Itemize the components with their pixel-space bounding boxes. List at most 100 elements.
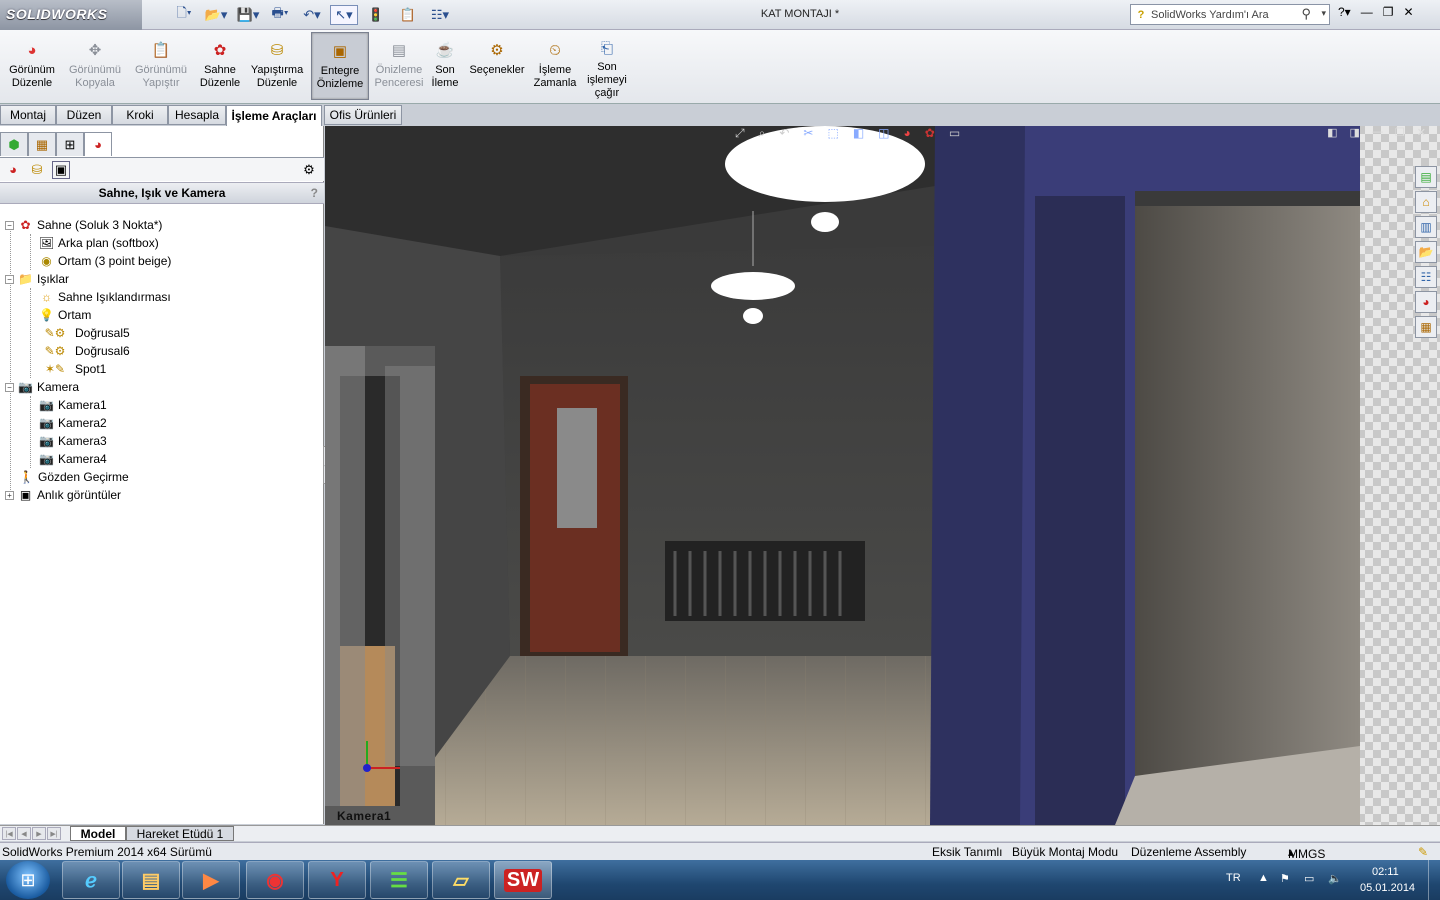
view-palette-icon[interactable]: ☷ bbox=[1415, 266, 1437, 288]
edit-decal-button[interactable]: ⛁ Yapıştırma Düzenle bbox=[248, 32, 306, 100]
collapse-toggle[interactable]: − bbox=[5, 274, 14, 284]
configuration-manager-tab-icon[interactable]: ⊞ bbox=[56, 132, 84, 156]
previous-view-icon[interactable]: ↶ bbox=[779, 126, 789, 141]
volume-icon[interactable]: 🔈 bbox=[1328, 872, 1342, 885]
appearances-view-icon[interactable]: ◕ bbox=[4, 161, 22, 179]
tree-node-camera4[interactable]: 📷 Kamera4 bbox=[38, 450, 107, 468]
viewport-restore-icon[interactable]: ❐ bbox=[1395, 126, 1405, 139]
apply-scene-icon[interactable]: ✿ bbox=[925, 126, 935, 141]
prev-tab-icon[interactable]: ◀ bbox=[17, 827, 31, 840]
viewport-close-icon[interactable]: ✕ bbox=[1417, 126, 1426, 139]
edit-scene-button[interactable]: ✿ Sahne Düzenle bbox=[196, 32, 244, 100]
tree-node-environment[interactable]: ◉ Ortam (3 point beige) bbox=[38, 252, 171, 270]
help-icon[interactable]: ? bbox=[311, 183, 318, 204]
network-icon[interactable]: ▭ bbox=[1304, 872, 1314, 885]
tree-node-camera[interactable]: − 📷 Kamera bbox=[5, 378, 79, 396]
tab-montaj[interactable]: Montaj bbox=[0, 105, 56, 125]
first-tab-icon[interactable]: |◀ bbox=[2, 827, 16, 840]
tree-node-walkthrough[interactable]: 🚶 Gözden Geçirme bbox=[18, 468, 129, 486]
file-explorer-taskbar-button[interactable]: ▤ bbox=[122, 861, 180, 899]
tree-node-snapshots[interactable]: + ▣ Anlık görüntüler bbox=[5, 486, 121, 504]
expand-toggle[interactable]: + bbox=[5, 490, 14, 500]
sticky-notes-taskbar-button[interactable]: ▱ bbox=[432, 861, 490, 899]
tree-node-scene[interactable]: − ✿ Sahne (Soluk 3 Nokta*) bbox=[5, 216, 162, 234]
schedule-render-button[interactable]: ⏲ İşleme Zamanla bbox=[532, 32, 578, 100]
preview-window-button[interactable]: ▤ Önizleme Penceresi bbox=[372, 32, 426, 100]
tree-node-scene-lighting[interactable]: ☼ Sahne Işıklandırması bbox=[38, 288, 171, 306]
new-document-icon[interactable]: 🗋▾ bbox=[170, 5, 198, 25]
final-render-button[interactable]: ☕ Son İleme bbox=[428, 32, 462, 100]
options-icon[interactable]: ☷▾ bbox=[426, 5, 454, 25]
minimize-icon[interactable]: — bbox=[1361, 5, 1373, 19]
units-selector[interactable]: MMGS ▴ bbox=[1288, 845, 1325, 861]
integrated-preview-button[interactable]: ▣ Entegre Önizleme bbox=[311, 32, 369, 100]
home-icon[interactable]: ⌂ bbox=[1415, 191, 1437, 213]
solidworks-resources-icon[interactable]: ▤ bbox=[1415, 166, 1437, 188]
appearances-scenes-icon[interactable]: ◕ bbox=[1415, 291, 1437, 313]
restore-icon[interactable]: ❐ bbox=[1383, 5, 1394, 19]
tab-duzen[interactable]: Düzen bbox=[56, 105, 112, 125]
design-library-icon[interactable]: ▥ bbox=[1415, 216, 1437, 238]
viewport-minimize-icon[interactable]: — bbox=[1372, 126, 1383, 139]
viewport-split-right-icon[interactable]: ◨ bbox=[1350, 126, 1360, 139]
collapse-toggle[interactable]: − bbox=[5, 220, 14, 230]
next-tab-icon[interactable]: ▶ bbox=[32, 827, 46, 840]
edit-appearance-button[interactable]: ◕ Görünüm Düzenle bbox=[4, 32, 60, 100]
view-settings-icon[interactable]: ▭ bbox=[949, 126, 960, 141]
spotify-taskbar-button[interactable]: ☰ bbox=[370, 861, 428, 899]
yandex-taskbar-button[interactable]: Y bbox=[308, 861, 366, 899]
tree-node-spot1[interactable]: ✶✎ Spot1 bbox=[38, 360, 106, 378]
copy-appearance-button[interactable]: ✥ Görünümü Kopyala bbox=[64, 32, 126, 100]
display-style-icon[interactable]: ◧ bbox=[853, 126, 864, 141]
clock-time[interactable]: 02:11 bbox=[1372, 866, 1399, 878]
action-center-icon[interactable]: ⚑ bbox=[1280, 872, 1290, 885]
chrome-taskbar-button[interactable]: ◉ bbox=[246, 861, 304, 899]
media-player-taskbar-button[interactable]: ▶ bbox=[182, 861, 240, 899]
undo-icon[interactable]: ↶▾ bbox=[298, 5, 326, 25]
open-icon[interactable]: 📂▾ bbox=[202, 5, 230, 25]
internet-explorer-taskbar-button[interactable]: ℯ bbox=[62, 861, 120, 899]
start-button[interactable]: ⊞ bbox=[6, 861, 50, 899]
tab-hesapla[interactable]: Hesapla bbox=[168, 105, 226, 125]
section-view-icon[interactable]: ✂ bbox=[803, 126, 813, 141]
zoom-to-fit-icon[interactable]: ⤢ bbox=[735, 126, 745, 141]
tree-node-ambient[interactable]: 💡 Ortam bbox=[38, 306, 91, 324]
paste-appearance-button[interactable]: 📋 Görünümü Yapıştır bbox=[130, 32, 192, 100]
options-button[interactable]: ⚙ Seçenekler bbox=[466, 32, 528, 100]
file-properties-icon[interactable]: 📋 bbox=[394, 5, 422, 25]
recall-last-render-button[interactable]: ⎗ Son işlemeyi çağır bbox=[584, 32, 630, 100]
last-tab-icon[interactable]: ▶| bbox=[47, 827, 61, 840]
tree-node-background[interactable]: 🖼 Arka plan (softbox) bbox=[38, 234, 159, 252]
tab-kroki[interactable]: Kroki bbox=[112, 105, 168, 125]
edit-appearance-icon[interactable]: ◕ bbox=[904, 126, 911, 141]
search-icon[interactable]: ⚲ bbox=[1301, 6, 1311, 22]
help-menu-icon[interactable]: ?▾ bbox=[1338, 5, 1351, 19]
viewport-split-left-icon[interactable]: ◧ bbox=[1327, 126, 1337, 139]
save-icon[interactable]: 💾▾ bbox=[234, 5, 262, 25]
rebuild-icon[interactable]: 🚦 bbox=[362, 5, 390, 25]
scene-view-icon[interactable]: ▣ bbox=[52, 160, 70, 179]
custom-properties-icon[interactable]: ▦ bbox=[1415, 316, 1437, 338]
tab-office-products[interactable]: Ofis Ürünleri bbox=[324, 105, 402, 125]
tab-model[interactable]: Model bbox=[70, 826, 126, 841]
view-orientation-icon[interactable]: ⬚ bbox=[827, 126, 838, 141]
tree-node-directional6[interactable]: ✎⚙ Doğrusal6 bbox=[38, 342, 130, 360]
graphics-viewport[interactable]: ⤢ ⌕ ↶ ✂ ⬚ ◧ ◫ ◕ ✿ ▭ ◧ ◨ — ❐ ✕ ▤ ⌂ ▥ 📂 ☷ … bbox=[325, 126, 1440, 825]
tab-render-tools[interactable]: İşleme Araçları bbox=[226, 105, 322, 126]
tree-node-camera3[interactable]: 📷 Kamera3 bbox=[38, 432, 107, 450]
hide-show-items-icon[interactable]: ◫ bbox=[878, 126, 889, 141]
rebuild-status-icon[interactable]: ✎ bbox=[1418, 845, 1428, 859]
show-desktop-button[interactable] bbox=[1428, 860, 1440, 900]
clock-date[interactable]: 05.01.2014 bbox=[1360, 882, 1415, 894]
solidworks-menu-button[interactable]: SOLIDWORKS bbox=[0, 0, 142, 30]
tree-node-camera1[interactable]: 📷 Kamera1 bbox=[38, 396, 107, 414]
select-cursor-icon[interactable]: ↖▾ bbox=[330, 5, 358, 25]
zoom-area-icon[interactable]: ⌕ bbox=[759, 126, 766, 141]
display-manager-options-icon[interactable]: ⚙ bbox=[300, 161, 318, 179]
file-explorer-icon[interactable]: 📂 bbox=[1415, 241, 1437, 263]
language-indicator[interactable]: TR bbox=[1226, 872, 1241, 884]
search-input[interactable]: SolidWorks Yardım'ı Ara bbox=[1151, 9, 1269, 21]
decals-view-icon[interactable]: ⛁ bbox=[28, 161, 46, 179]
solidworks-taskbar-button[interactable]: SW bbox=[494, 861, 552, 899]
show-hidden-icons[interactable]: ▲ bbox=[1258, 872, 1269, 884]
